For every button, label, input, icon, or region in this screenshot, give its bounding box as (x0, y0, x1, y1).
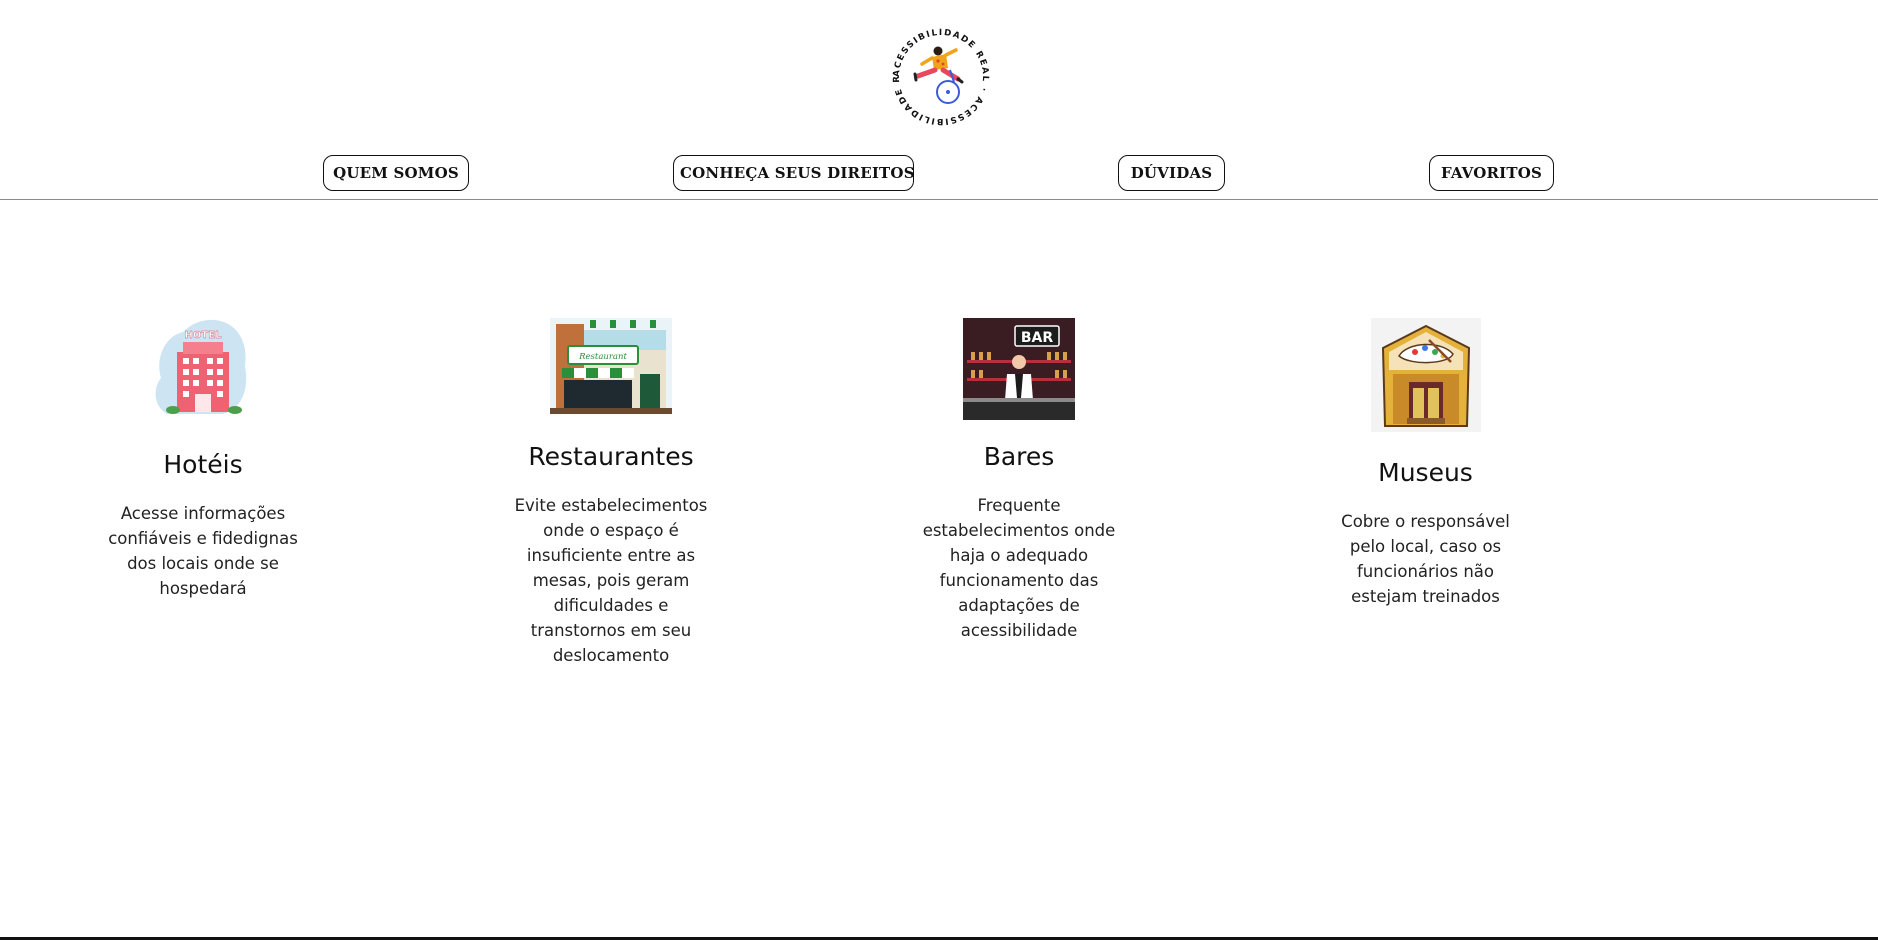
card-title: Restaurantes (528, 442, 694, 471)
card-description: Frequente estabelecimentos onde haja o a… (922, 496, 1116, 640)
nav-duvidas-button[interactable]: DÚVIDAS (1118, 155, 1225, 191)
nav-favoritos-button[interactable]: FAVORITOS (1429, 155, 1554, 191)
card-restaurantes[interactable]: Restaurant Restaurantes Evite estabeleci… (505, 318, 717, 668)
card-description: Acesse informações confiáveis e fidedign… (108, 504, 298, 598)
restaurant-icon[interactable]: Restaurant (550, 318, 672, 414)
card-title: Bares (983, 442, 1055, 471)
logo-circular-text: ACESSIBILIDADE REAL · ACESSIBILIDADE REA… (888, 24, 989, 126)
card-museus[interactable]: Museus Cobre o responsável pelo local, c… (1333, 318, 1518, 609)
card-description: Evite estabelecimentos onde o espaço é i… (514, 496, 708, 665)
site-header: ACESSIBILIDADE REAL · ACESSIBILIDADE REA… (0, 0, 1878, 200)
card-title: Hotéis (163, 450, 243, 479)
card-title: Museus (1378, 458, 1473, 487)
card-bares[interactable]: BAR Bares Frequente estabelecimentos ond… (913, 318, 1125, 643)
nav-quem-somos-button[interactable]: QUEM SOMOS (323, 155, 469, 191)
svg-text:ACESSIBILIDADE REAL · ACESSIBI: ACESSIBILIDADE REAL · ACESSIBILIDADE REA… (888, 24, 990, 126)
restaurant-sign-text: Restaurant (578, 352, 627, 362)
hotel-icon[interactable]: HOTEL (153, 318, 253, 422)
card-description: Cobre o responsável pelo local, caso os … (1341, 512, 1510, 606)
museum-icon[interactable] (1370, 318, 1481, 432)
wheelchair-dancer-logo[interactable]: ACESSIBILIDADE REAL · ACESSIBILIDADE REA… (888, 24, 994, 130)
header-divider (0, 199, 1878, 200)
card-hoteis[interactable]: HOTEL Hotéis Acesse informações confiáve… (95, 318, 311, 601)
bar-icon[interactable]: BAR (963, 318, 1075, 420)
hotel-sign-text: HOTEL (185, 330, 223, 341)
nav-conheca-direitos-button[interactable]: CONHEÇA SEUS DIREITOS (673, 155, 915, 191)
bar-sign-text: BAR (1021, 330, 1054, 346)
